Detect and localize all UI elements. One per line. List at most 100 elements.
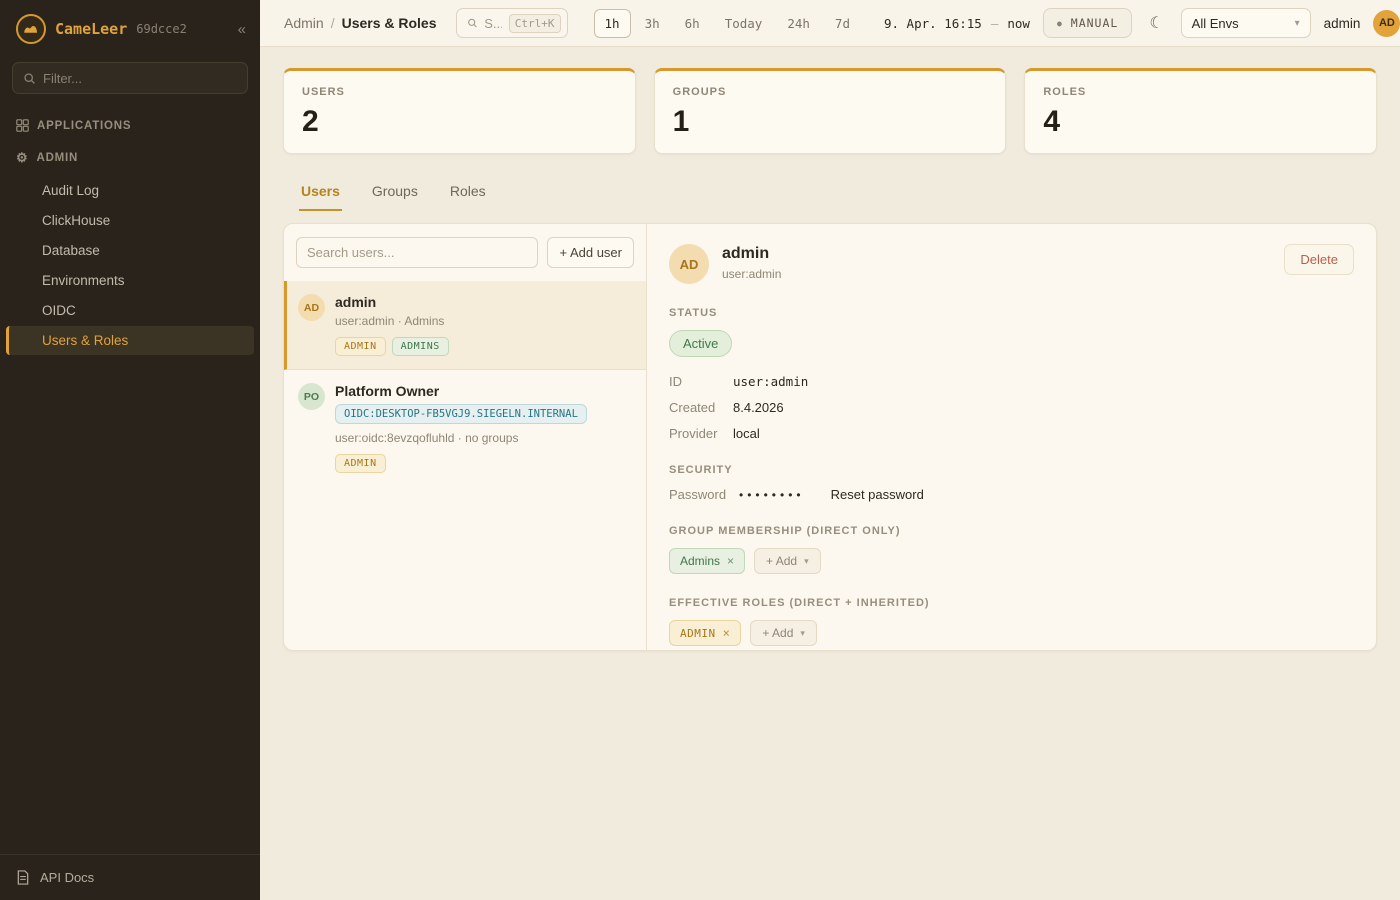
refresh-mode-button[interactable]: ● MANUAL xyxy=(1043,8,1132,38)
field-label: Provider xyxy=(669,426,733,441)
user-avatar[interactable]: AD xyxy=(1373,10,1400,37)
grid-icon xyxy=(16,119,29,132)
add-group-label: + Add xyxy=(766,554,797,568)
global-search-placeholder: S... xyxy=(484,16,502,31)
add-role-label: + Add xyxy=(762,626,793,640)
search-icon xyxy=(467,17,478,29)
time-range-today[interactable]: Today xyxy=(714,9,774,38)
users-content-card: + Add user AD admin user:admin · Admins … xyxy=(283,223,1377,651)
stat-label: GROUPS xyxy=(673,86,988,98)
detail-header: AD admin user:admin Delete xyxy=(669,244,1354,284)
time-range-3h[interactable]: 3h xyxy=(634,9,671,38)
time-range-6h[interactable]: 6h xyxy=(674,9,711,38)
remove-role-icon[interactable]: × xyxy=(723,626,731,640)
field-label: ID xyxy=(669,374,733,389)
avatar: AD xyxy=(298,294,325,321)
group-badge-admins: ADMINS xyxy=(392,337,449,356)
top-header: Admin / Users & Roles S... Ctrl+K 1h 3h … xyxy=(260,0,1400,47)
tab-users[interactable]: Users xyxy=(299,179,342,211)
gear-icon: ⚙ xyxy=(16,150,28,166)
add-role-button[interactable]: + Add ▾ xyxy=(750,620,817,646)
field-label: Created xyxy=(669,400,733,415)
user-name: Platform Owner xyxy=(335,383,587,399)
remove-group-icon[interactable]: × xyxy=(727,554,734,568)
env-selected-value: All Envs xyxy=(1192,16,1239,31)
detail-user-name: admin xyxy=(722,245,781,263)
add-user-button[interactable]: + Add user xyxy=(547,237,634,268)
role-chips: ADMIN × + Add ▾ xyxy=(669,620,1354,646)
user-list-item-platform-owner[interactable]: PO Platform Owner OIDC:DESKTOP-FB5VGJ9.S… xyxy=(284,370,646,486)
user-subtitle: user:admin · Admins xyxy=(335,314,449,328)
role-chip-label: ADMIN xyxy=(680,627,716,640)
oidc-provider-badge: OIDC:DESKTOP-FB5VGJ9.SIEGELN.INTERNAL xyxy=(335,404,587,424)
main-column: Admin / Users & Roles S... Ctrl+K 1h 3h … xyxy=(260,0,1400,900)
sidebar-item-environments[interactable]: Environments xyxy=(0,266,260,295)
stats-row: USERS 2 GROUPS 1 ROLES 4 xyxy=(283,68,1377,154)
time-from: 9. Apr. 16:15 xyxy=(884,16,982,31)
sidebar-item-clickhouse[interactable]: ClickHouse xyxy=(0,206,260,235)
stat-value: 4 xyxy=(1043,105,1358,139)
reset-password-link[interactable]: Reset password xyxy=(831,487,924,502)
group-chips: Admins × + Add ▾ xyxy=(669,548,1354,574)
env-select[interactable]: All Envs ▾ xyxy=(1181,8,1311,38)
sidebar-filter-input[interactable] xyxy=(43,71,237,86)
stat-label: USERS xyxy=(302,86,617,98)
breadcrumb-separator: / xyxy=(331,15,335,31)
section-admin[interactable]: ⚙ ADMIN xyxy=(0,141,260,175)
field-value: user:admin xyxy=(733,374,808,389)
app-logo-text: CameLeer xyxy=(55,20,127,38)
detail-user-id: user:admin xyxy=(722,267,781,281)
logo-row: CameLeer 69dcce2 « xyxy=(0,0,260,56)
password-row: Password •••••••• Reset password xyxy=(669,487,1354,502)
moon-icon: ☾ xyxy=(1149,15,1163,32)
effective-roles-heading: EFFECTIVE ROLES (DIRECT + INHERITED) xyxy=(669,597,1354,609)
chevron-down-icon: ▾ xyxy=(804,556,809,567)
delete-user-button[interactable]: Delete xyxy=(1284,244,1354,275)
sidebar-item-oidc[interactable]: OIDC xyxy=(0,296,260,325)
refresh-mode-label: MANUAL xyxy=(1071,16,1119,30)
time-range-1h[interactable]: 1h xyxy=(594,9,631,38)
role-badge-admin: ADMIN xyxy=(335,454,386,473)
user-list-panel: + Add user AD admin user:admin · Admins … xyxy=(284,224,647,650)
sidebar-item-audit-log[interactable]: Audit Log xyxy=(0,176,260,205)
user-item-body: admin user:admin · Admins ADMIN ADMINS xyxy=(335,294,449,356)
section-admin-label: ADMIN xyxy=(36,152,78,164)
role-chip-admin: ADMIN × xyxy=(669,620,741,646)
user-list-item-admin[interactable]: AD admin user:admin · Admins ADMIN ADMIN… xyxy=(284,281,646,370)
user-badges: ADMIN xyxy=(335,454,587,473)
stat-card-users: USERS 2 xyxy=(283,68,636,154)
main-area: USERS 2 GROUPS 1 ROLES 4 Users Groups Ro… xyxy=(260,47,1400,900)
admin-nav: Audit Log ClickHouse Database Environmen… xyxy=(0,176,260,355)
detail-identity: admin user:admin xyxy=(722,244,781,281)
breadcrumb: Admin / Users & Roles xyxy=(284,15,437,31)
status-badge: Active xyxy=(669,330,732,357)
breadcrumb-admin[interactable]: Admin xyxy=(284,15,324,31)
search-icon xyxy=(23,72,36,85)
user-subtitle: user:oidc:8evzqofluhld · no groups xyxy=(335,431,587,445)
time-display[interactable]: 9. Apr. 16:15 — now xyxy=(884,16,1030,31)
user-item-body: Platform Owner OIDC:DESKTOP-FB5VGJ9.SIEG… xyxy=(335,383,587,473)
header-right-group: ● MANUAL ☾ All Envs ▾ admin AD xyxy=(1043,8,1400,38)
user-detail-panel: AD admin user:admin Delete STATUS Active… xyxy=(647,224,1376,650)
stat-value: 1 xyxy=(673,105,988,139)
field-row-id: ID user:admin xyxy=(669,374,1354,389)
time-range-24h[interactable]: 24h xyxy=(776,9,821,38)
api-docs-link[interactable]: API Docs xyxy=(0,854,260,900)
time-range-7d[interactable]: 7d xyxy=(824,9,861,38)
sidebar-item-database[interactable]: Database xyxy=(0,236,260,265)
dark-mode-toggle[interactable]: ☾ xyxy=(1145,9,1167,37)
sidebar-item-users-roles[interactable]: Users & Roles xyxy=(6,326,254,355)
collapse-sidebar-button[interactable]: « xyxy=(238,21,246,38)
add-group-button[interactable]: + Add ▾ xyxy=(754,548,821,574)
section-applications[interactable]: APPLICATIONS xyxy=(0,110,260,141)
tab-roles[interactable]: Roles xyxy=(448,179,488,211)
time-separator: — xyxy=(991,16,999,31)
security-heading: SECURITY xyxy=(669,464,1354,476)
user-badges: ADMIN ADMINS xyxy=(335,337,449,356)
chevron-down-icon: ▾ xyxy=(800,628,805,639)
field-row-provider: Provider local xyxy=(669,426,1354,441)
stat-card-groups: GROUPS 1 xyxy=(654,68,1007,154)
tab-groups[interactable]: Groups xyxy=(370,179,420,211)
global-search[interactable]: S... Ctrl+K xyxy=(456,8,568,38)
search-users-input[interactable] xyxy=(296,237,538,268)
